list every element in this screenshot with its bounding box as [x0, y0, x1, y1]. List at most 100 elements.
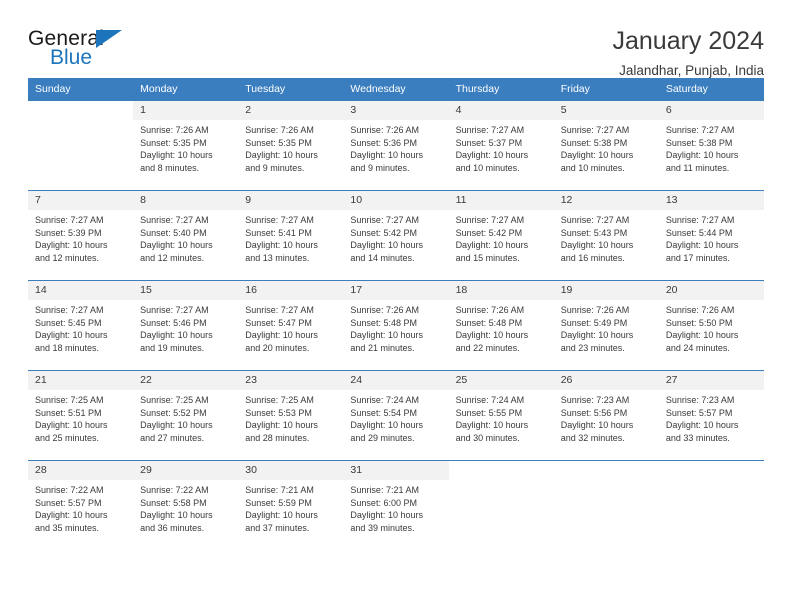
page-header: General Blue January 2024 Jalandhar, Pun… [28, 0, 764, 78]
sunrise-text: Sunrise: 7:27 AM [455, 125, 525, 135]
daylight-text-line2: and 28 minutes. [245, 432, 310, 443]
daylight-text-line1: Daylight: 10 hours [350, 330, 423, 341]
day-number [553, 461, 659, 480]
day-details: Sunrise: 7:23 AM Sunset: 5:56 PM Dayligh… [554, 390, 659, 444]
sunset-text: Sunset: 5:37 PM [455, 137, 523, 148]
day-number [28, 101, 134, 120]
day-details: Sunrise: 7:27 AM Sunset: 5:40 PM Dayligh… [133, 210, 238, 264]
daylight-text-line1: Daylight: 10 hours [140, 240, 213, 251]
sunrise-text: Sunrise: 7:27 AM [560, 215, 630, 225]
sunset-text: Sunset: 5:58 PM [140, 497, 207, 508]
day-cell: 31 Sunrise: 7:21 AM Sunset: 6:00 PM Dayl… [343, 460, 449, 551]
day-number: 12 [553, 191, 659, 210]
daylight-text-line2: and 15 minutes. [455, 252, 520, 263]
sunrise-text: Sunrise: 7:27 AM [560, 125, 630, 135]
sunrise-text: Sunrise: 7:26 AM [140, 125, 209, 135]
calendar-week-row: 7 Sunrise: 7:27 AM Sunset: 5:39 PM Dayli… [28, 190, 764, 281]
day-details: Sunrise: 7:27 AM Sunset: 5:37 PM Dayligh… [449, 120, 554, 174]
day-cell: 4 Sunrise: 7:27 AM Sunset: 5:37 PM Dayli… [448, 100, 554, 191]
sunset-text: Sunset: 5:57 PM [35, 497, 102, 508]
day-cell: 17 Sunrise: 7:26 AM Sunset: 5:48 PM Dayl… [343, 280, 449, 371]
daylight-text-line2: and 17 minutes. [665, 252, 730, 263]
day-details: Sunrise: 7:21 AM Sunset: 5:59 PM Dayligh… [238, 480, 343, 534]
sunset-text: Sunset: 5:47 PM [245, 317, 312, 328]
sunset-text: Sunset: 5:55 PM [455, 407, 523, 418]
daylight-text-line1: Daylight: 10 hours [455, 420, 529, 431]
sunset-text: Sunset: 5:54 PM [350, 407, 417, 418]
calendar-table: Sunday Monday Tuesday Wednesday Thursday… [28, 78, 764, 551]
day-number: 24 [343, 371, 449, 390]
sunrise-text: Sunrise: 7:23 AM [560, 395, 630, 405]
sunrise-text: Sunrise: 7:27 AM [35, 215, 104, 225]
day-details: Sunrise: 7:27 AM Sunset: 5:41 PM Dayligh… [238, 210, 343, 264]
sunset-text: Sunset: 5:40 PM [140, 227, 207, 238]
daylight-text-line1: Daylight: 10 hours [35, 240, 108, 251]
day-details: Sunrise: 7:26 AM Sunset: 5:35 PM Dayligh… [133, 120, 238, 174]
day-cell: 12 Sunrise: 7:27 AM Sunset: 5:43 PM Dayl… [553, 190, 659, 281]
sunrise-text: Sunrise: 7:25 AM [245, 395, 314, 405]
daylight-text-line2: and 33 minutes. [665, 432, 730, 443]
day-details: Sunrise: 7:22 AM Sunset: 5:58 PM Dayligh… [133, 480, 238, 534]
day-number: 23 [238, 371, 344, 390]
title-block: January 2024 Jalandhar, Punjab, India [612, 26, 764, 81]
day-cell: 6 Sunrise: 7:27 AM Sunset: 5:38 PM Dayli… [658, 100, 764, 191]
sunrise-text: Sunrise: 7:22 AM [140, 485, 209, 495]
day-number: 20 [658, 281, 764, 300]
sunset-text: Sunset: 5:59 PM [245, 497, 312, 508]
day-details: Sunrise: 7:24 AM Sunset: 5:55 PM Dayligh… [449, 390, 554, 444]
daylight-text-line2: and 25 minutes. [35, 432, 100, 443]
sunrise-text: Sunrise: 7:27 AM [245, 305, 314, 315]
daylight-text-line2: and 23 minutes. [560, 342, 625, 353]
calendar-header-row: Sunday Monday Tuesday Wednesday Thursday… [28, 78, 764, 101]
day-cell [553, 460, 659, 551]
day-number: 30 [238, 461, 344, 480]
sunrise-text: Sunrise: 7:27 AM [665, 215, 735, 225]
day-number: 15 [133, 281, 239, 300]
day-details: Sunrise: 7:27 AM Sunset: 5:47 PM Dayligh… [238, 300, 343, 354]
weekday-header-monday: Monday [133, 78, 239, 101]
sunset-text: Sunset: 5:56 PM [560, 407, 628, 418]
day-number: 8 [133, 191, 239, 210]
day-number: 19 [553, 281, 659, 300]
day-cell [28, 100, 134, 191]
sunset-text: Sunset: 6:00 PM [350, 497, 417, 508]
day-details: Sunrise: 7:23 AM Sunset: 5:57 PM Dayligh… [659, 390, 764, 444]
sunrise-text: Sunrise: 7:27 AM [350, 215, 419, 225]
day-details: Sunrise: 7:26 AM Sunset: 5:49 PM Dayligh… [554, 300, 659, 354]
daylight-text-line2: and 9 minutes. [350, 162, 410, 173]
sunrise-text: Sunrise: 7:26 AM [560, 305, 630, 315]
day-details: Sunrise: 7:27 AM Sunset: 5:39 PM Dayligh… [28, 210, 133, 264]
weekday-header-sunday: Sunday [28, 78, 134, 101]
daylight-text-line1: Daylight: 10 hours [245, 420, 318, 431]
daylight-text-line2: and 32 minutes. [560, 432, 625, 443]
daylight-text-line1: Daylight: 10 hours [665, 330, 739, 341]
day-details [659, 480, 764, 484]
calendar-body: 1 Sunrise: 7:26 AM Sunset: 5:35 PM Dayli… [28, 100, 764, 551]
daylight-text-line1: Daylight: 10 hours [560, 150, 634, 161]
daylight-text-line1: Daylight: 10 hours [35, 510, 108, 521]
daylight-text-line2: and 9 minutes. [245, 162, 305, 173]
daylight-text-line2: and 16 minutes. [560, 252, 625, 263]
day-number: 6 [658, 101, 764, 120]
day-cell: 28 Sunrise: 7:22 AM Sunset: 5:57 PM Dayl… [28, 460, 134, 551]
calendar-week-row: 14 Sunrise: 7:27 AM Sunset: 5:45 PM Dayl… [28, 280, 764, 371]
daylight-text-line1: Daylight: 10 hours [350, 150, 423, 161]
day-number: 2 [238, 101, 344, 120]
daylight-text-line2: and 21 minutes. [350, 342, 415, 353]
day-cell: 13 Sunrise: 7:27 AM Sunset: 5:44 PM Dayl… [658, 190, 764, 281]
daylight-text-line1: Daylight: 10 hours [560, 240, 634, 251]
sunrise-text: Sunrise: 7:27 AM [35, 305, 104, 315]
day-cell: 8 Sunrise: 7:27 AM Sunset: 5:40 PM Dayli… [133, 190, 239, 281]
sunrise-text: Sunrise: 7:27 AM [140, 215, 209, 225]
daylight-text-line1: Daylight: 10 hours [665, 240, 739, 251]
sunset-text: Sunset: 5:50 PM [665, 317, 733, 328]
daylight-text-line2: and 30 minutes. [455, 432, 520, 443]
daylight-text-line2: and 27 minutes. [140, 432, 205, 443]
day-cell: 15 Sunrise: 7:27 AM Sunset: 5:46 PM Dayl… [133, 280, 239, 371]
day-number: 28 [28, 461, 134, 480]
daylight-text-line2: and 22 minutes. [455, 342, 520, 353]
sunset-text: Sunset: 5:48 PM [455, 317, 523, 328]
day-number: 25 [448, 371, 554, 390]
day-number: 13 [658, 191, 764, 210]
page-subtitle: Jalandhar, Punjab, India [619, 63, 764, 78]
